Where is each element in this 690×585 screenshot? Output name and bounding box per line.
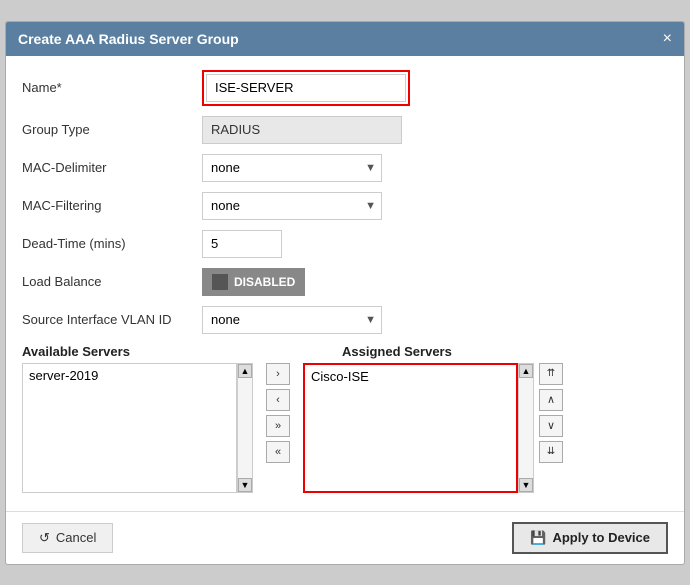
group-type-label: Group Type xyxy=(22,122,202,137)
modal-title: Create AAA Radius Server Group xyxy=(18,31,239,47)
cancel-button[interactable]: ↺ Cancel xyxy=(22,523,113,553)
sort-down-button[interactable]: ∨ xyxy=(539,415,563,437)
modal-dialog: Create AAA Radius Server Group × Name* G… xyxy=(5,21,685,565)
sort-top-button[interactable]: ⇈ xyxy=(539,363,563,385)
modal-footer: ↺ Cancel 💾 Apply to Device xyxy=(6,511,684,564)
name-highlight-box xyxy=(202,70,410,106)
available-server-item[interactable]: server-2019 xyxy=(23,364,236,387)
source-vlan-wrapper: none ▼ xyxy=(202,306,382,334)
available-servers-list[interactable]: server-2019 xyxy=(22,363,237,493)
transfer-controls: › ‹ » « xyxy=(253,363,303,463)
servers-section: Available Servers Assigned Servers serve… xyxy=(22,344,668,493)
mac-delimiter-row: MAC-Delimiter none colon hyphen period ▼ xyxy=(22,154,668,182)
modal-body: Name* Group Type RADIUS MAC-Delimiter no… xyxy=(6,56,684,503)
assigned-server-item[interactable]: Cisco-ISE xyxy=(305,365,516,388)
toggle-label: DISABLED xyxy=(234,275,295,289)
apply-icon: 💾 xyxy=(530,530,546,546)
mac-filtering-row: MAC-Filtering none ▼ xyxy=(22,192,668,220)
name-input[interactable] xyxy=(206,74,406,102)
sort-up-button[interactable]: ∧ xyxy=(539,389,563,411)
available-scrollbar: ▲ ▼ xyxy=(237,363,253,493)
servers-label-row: Available Servers Assigned Servers xyxy=(22,344,668,359)
servers-lists-container: server-2019 ▲ ▼ › ‹ » « xyxy=(22,363,668,493)
mac-filtering-wrapper: none ▼ xyxy=(202,192,382,220)
name-label: Name* xyxy=(22,80,202,95)
assigned-list-container: Cisco-ISE ▲ ▼ xyxy=(303,363,534,493)
assigned-scrollbar: ▲ ▼ xyxy=(518,363,534,493)
apply-label: Apply to Device xyxy=(552,530,650,545)
load-balance-row: Load Balance DISABLED xyxy=(22,268,668,296)
move-all-left-button[interactable]: « xyxy=(266,441,290,463)
sort-bottom-button[interactable]: ⇊ xyxy=(539,441,563,463)
dead-time-input[interactable] xyxy=(202,230,282,258)
mac-filtering-label: MAC-Filtering xyxy=(22,198,202,213)
load-balance-label: Load Balance xyxy=(22,274,202,289)
apply-to-device-button[interactable]: 💾 Apply to Device xyxy=(512,522,668,554)
mac-delimiter-wrapper: none colon hyphen period ▼ xyxy=(202,154,382,182)
group-type-value: RADIUS xyxy=(202,116,402,144)
cancel-label: Cancel xyxy=(56,530,96,545)
close-button[interactable]: × xyxy=(663,30,672,48)
mac-delimiter-select[interactable]: none colon hyphen period xyxy=(202,154,382,182)
move-left-button[interactable]: ‹ xyxy=(266,389,290,411)
dead-time-row: Dead-Time (mins) xyxy=(22,230,668,258)
toggle-indicator-icon xyxy=(212,274,228,290)
mac-delimiter-label: MAC-Delimiter xyxy=(22,160,202,175)
cancel-icon: ↺ xyxy=(39,530,50,546)
assigned-scroll-up-icon[interactable]: ▲ xyxy=(519,364,533,378)
available-scroll-up-icon[interactable]: ▲ xyxy=(238,364,252,378)
dead-time-label: Dead-Time (mins) xyxy=(22,236,202,251)
source-vlan-row: Source Interface VLAN ID none ▼ xyxy=(22,306,668,334)
available-scroll-down-icon[interactable]: ▼ xyxy=(238,478,252,492)
move-all-right-button[interactable]: » xyxy=(266,415,290,437)
modal-header: Create AAA Radius Server Group × xyxy=(6,22,684,56)
move-right-button[interactable]: › xyxy=(266,363,290,385)
sort-controls: ⇈ ∧ ∨ ⇊ xyxy=(534,363,564,463)
group-type-row: Group Type RADIUS xyxy=(22,116,668,144)
mac-filtering-select[interactable]: none xyxy=(202,192,382,220)
load-balance-toggle[interactable]: DISABLED xyxy=(202,268,305,296)
name-row: Name* xyxy=(22,70,668,106)
assigned-servers-list[interactable]: Cisco-ISE xyxy=(303,363,518,493)
source-vlan-label: Source Interface VLAN ID xyxy=(22,312,202,327)
available-list-container: server-2019 ▲ ▼ xyxy=(22,363,253,493)
source-vlan-select[interactable]: none xyxy=(202,306,382,334)
available-servers-label: Available Servers xyxy=(22,344,242,359)
assigned-servers-label: Assigned Servers xyxy=(342,344,452,359)
assigned-scroll-down-icon[interactable]: ▼ xyxy=(519,478,533,492)
